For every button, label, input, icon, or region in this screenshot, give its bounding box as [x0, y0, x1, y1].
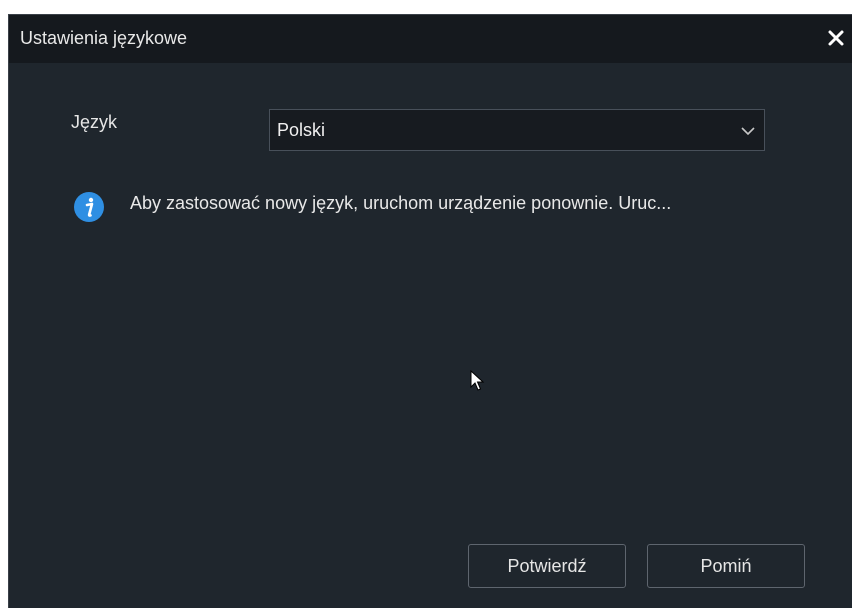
info-icon — [74, 192, 104, 222]
confirm-button[interactable]: Potwierdź — [468, 544, 626, 588]
mouse-pointer-icon — [470, 370, 485, 391]
chevron-down-icon — [741, 127, 755, 136]
language-select-value: Polski — [277, 120, 326, 140]
language-label: Język — [71, 112, 118, 132]
close-icon — [828, 30, 844, 46]
dialog-body: Język Polski Aby zastosować nowy język, … — [9, 63, 852, 608]
restart-notice-text: Aby zastosować nowy język, uruchom urząd… — [130, 193, 672, 213]
skip-button[interactable]: Pomiń — [647, 544, 805, 588]
dialog-titlebar: Ustawienia językowe — [9, 15, 852, 63]
language-select[interactable]: Polski — [269, 109, 765, 151]
dialog-title: Ustawienia językowe — [20, 28, 188, 48]
close-button[interactable] — [822, 24, 850, 52]
language-settings-dialog: Ustawienia językowe Język Polski Aby zas… — [8, 14, 852, 608]
restart-notice: Aby zastosować nowy język, uruchom urząd… — [73, 189, 846, 222]
